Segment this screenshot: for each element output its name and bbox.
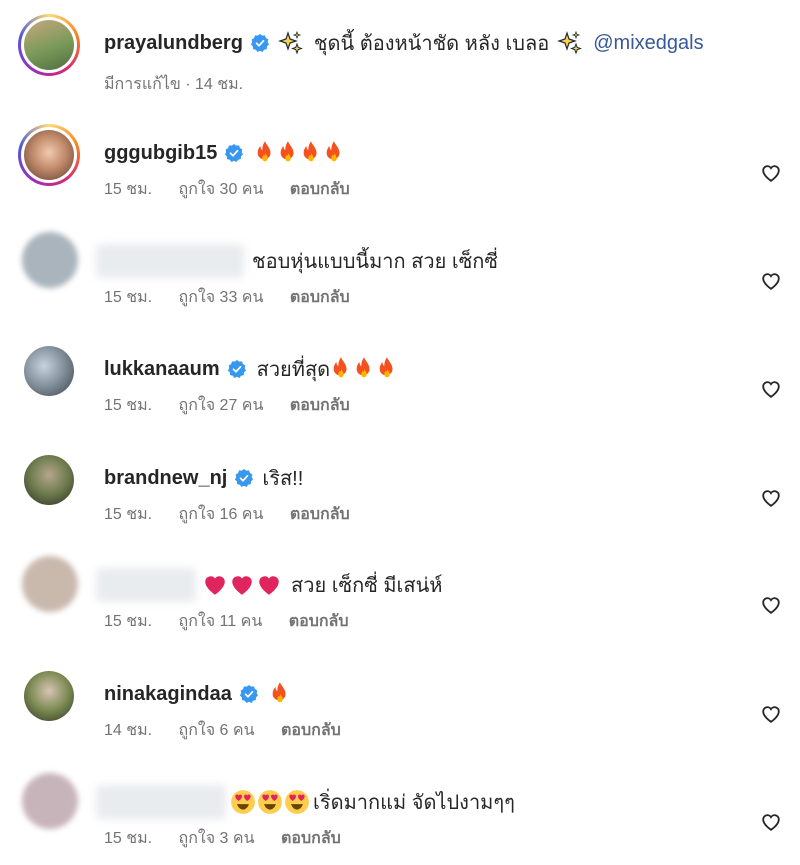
comment-likes[interactable]: ถูกใจ 30 คน — [179, 181, 264, 198]
comment-time: 15 ชม. — [104, 181, 153, 198]
like-heart-icon[interactable] — [760, 487, 782, 509]
blurred-username[interactable] — [96, 785, 226, 819]
comment-likes[interactable]: ถูกใจ 27 คน — [179, 397, 264, 414]
comment-time: 15 ชม. — [104, 397, 153, 414]
heart-eyes-icon — [284, 789, 310, 815]
avatar[interactable] — [22, 773, 78, 829]
verified-badge-icon — [227, 359, 247, 379]
heart-eyes-icon — [230, 789, 256, 815]
comment-item: เริ่ดมากแม่ จัดไปงามๆๆ 15 ชม. ถูกใจ 3 คน… — [0, 773, 800, 865]
comment-time: 15 ชม. — [104, 289, 153, 306]
verified-badge-icon — [234, 468, 254, 488]
verified-badge-icon — [250, 33, 270, 53]
username[interactable]: gggubgib15 — [104, 142, 217, 165]
reply-button[interactable]: ตอบกลับ — [290, 397, 350, 414]
avatar[interactable] — [18, 14, 80, 76]
heart-icon — [229, 572, 255, 598]
comment-text: ชอบหุ่นแบบนี้มาก สวย เซ็กซี่ — [252, 251, 498, 273]
comment-item: ninakagindaa 14 ชม. ถูกใจ 6 คน ตอบกลับ — [0, 665, 800, 773]
sparkle-icon — [278, 30, 304, 56]
like-heart-icon[interactable] — [760, 811, 782, 833]
post-caption: prayalundberg ชุดนี้ ต้องหน้าชัด หลัง เบ… — [0, 14, 800, 122]
fire-icon — [269, 681, 291, 707]
mention-link[interactable]: @mixedgals — [593, 32, 703, 55]
heart-icon — [202, 572, 228, 598]
reply-button[interactable]: ตอบกลับ — [290, 506, 350, 523]
verified-badge-icon — [224, 143, 244, 163]
username[interactable]: prayalundberg — [104, 32, 243, 55]
caption-text: ชุดนี้ ต้องหน้าชัด หลัง เบลอ — [313, 33, 550, 55]
comment-time: 15 ชม. — [104, 613, 153, 630]
comment-text: สวย เซ็กซี่ มีเสน่ห์ — [291, 575, 443, 597]
avatar[interactable] — [18, 124, 80, 186]
comment-time: 15 ชม. — [104, 830, 153, 847]
avatar[interactable] — [24, 455, 74, 505]
comment-time: 14 ชม. — [104, 722, 153, 739]
avatar[interactable] — [24, 671, 74, 721]
fire-icon — [277, 140, 299, 166]
comment-item: สวย เซ็กซี่ มีเสน่ห์ 15 ชม. ถูกใจ 11 คน … — [0, 556, 800, 664]
reply-button[interactable]: ตอบกลับ — [289, 613, 349, 630]
verified-badge-icon — [239, 684, 259, 704]
comment-time: 15 ชม. — [104, 506, 153, 523]
comment-likes[interactable]: ถูกใจ 6 คน — [179, 722, 255, 739]
fire-icon — [376, 356, 398, 382]
heart-icon — [256, 572, 282, 598]
username[interactable]: lukkanaaum — [104, 358, 220, 381]
avatar[interactable] — [24, 346, 74, 396]
fire-icon — [330, 356, 352, 382]
fire-icon — [353, 356, 375, 382]
reply-button[interactable]: ตอบกลับ — [290, 181, 350, 198]
comment-item: brandnew_nj เริส!! 15 ชม. ถูกใจ 16 คน ตอ… — [0, 449, 800, 557]
like-heart-icon[interactable] — [760, 270, 782, 292]
username[interactable]: ninakagindaa — [104, 683, 232, 706]
comment-item: gggubgib15 15 ชม. ถูกใจ 30 คน ตอบกลับ — [0, 124, 800, 232]
fire-icon — [323, 140, 345, 166]
blurred-username[interactable] — [96, 568, 196, 602]
comment-likes[interactable]: ถูกใจ 16 คน — [179, 506, 264, 523]
comment-item: lukkanaaum สวยที่สุด 15 ชม. ถูกใจ 27 คน … — [0, 340, 800, 448]
reply-button[interactable]: ตอบกลับ — [281, 722, 341, 739]
blurred-username[interactable] — [96, 244, 244, 278]
sparkle-icon — [557, 30, 583, 56]
comment-text: สวยที่สุด — [256, 359, 331, 381]
comment-likes[interactable]: ถูกใจ 33 คน — [179, 289, 264, 306]
reply-button[interactable]: ตอบกลับ — [290, 289, 350, 306]
username[interactable]: brandnew_nj — [104, 467, 227, 490]
like-heart-icon[interactable] — [760, 594, 782, 616]
heart-eyes-icon — [257, 789, 283, 815]
comment-item: ชอบหุ่นแบบนี้มาก สวย เซ็กซี่ 15 ชม. ถูกใ… — [0, 232, 800, 340]
fire-icon — [254, 140, 276, 166]
fire-icon — [300, 140, 322, 166]
like-heart-icon[interactable] — [760, 703, 782, 725]
like-heart-icon[interactable] — [760, 162, 782, 184]
reply-button[interactable]: ตอบกลับ — [281, 830, 341, 847]
post-meta: มีการแก้ไข · 14 ชม. — [104, 76, 244, 93]
avatar[interactable] — [22, 232, 78, 288]
comment-likes[interactable]: ถูกใจ 3 คน — [179, 830, 255, 847]
comment-text: เริ่ดมากแม่ จัดไปงามๆๆ — [313, 792, 515, 814]
comment-text: เริส!! — [262, 468, 304, 490]
avatar[interactable] — [22, 556, 78, 612]
like-heart-icon[interactable] — [760, 378, 782, 400]
comment-likes[interactable]: ถูกใจ 11 คน — [179, 613, 263, 630]
